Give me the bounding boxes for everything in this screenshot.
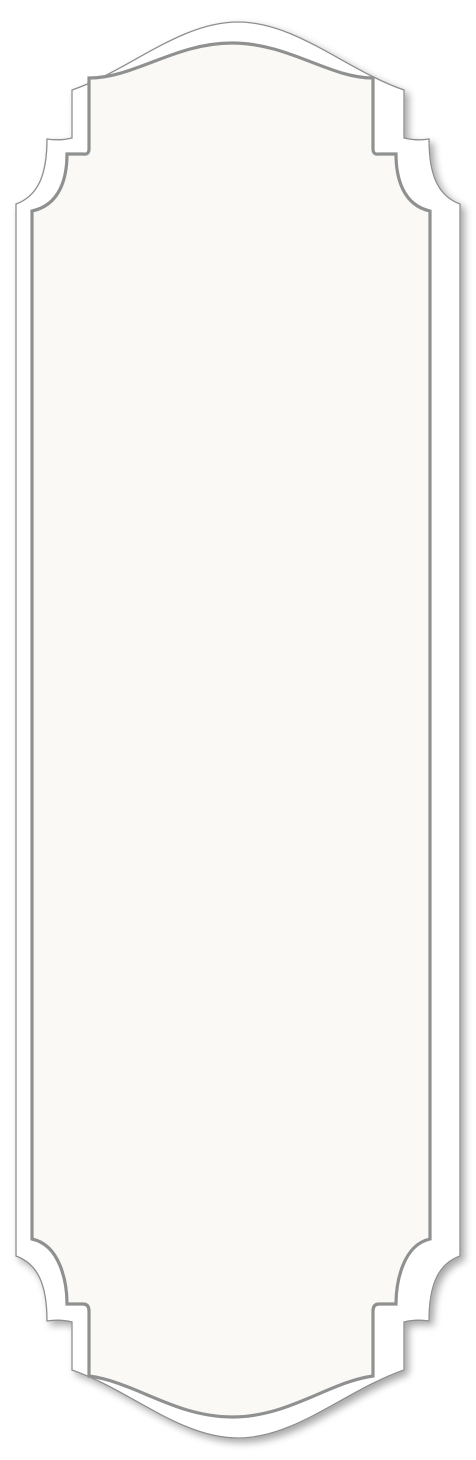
decorative-frame-canvas <box>0 0 476 1460</box>
inner-frame-panel <box>30 41 432 1419</box>
ornamental-frame-graphic <box>15 21 461 1439</box>
